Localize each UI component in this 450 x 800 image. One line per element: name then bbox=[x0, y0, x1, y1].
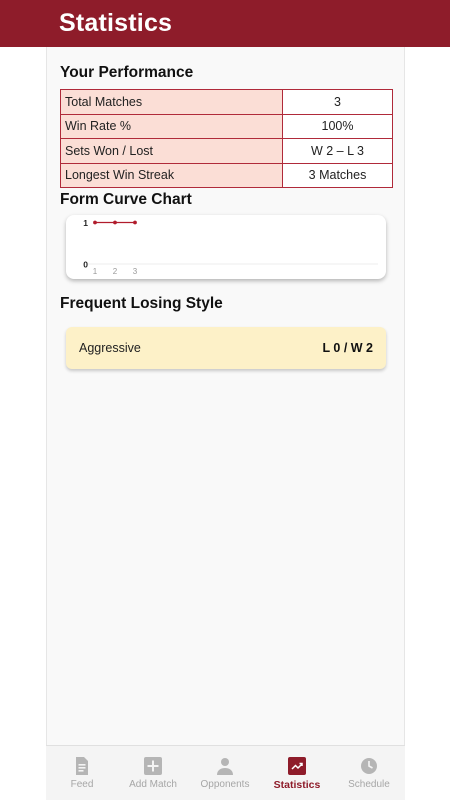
data-point bbox=[113, 220, 117, 225]
performance-table: Total Matches 3 Win Rate % 100% Sets Won… bbox=[60, 89, 393, 188]
x-tick-label: 2 bbox=[113, 267, 118, 276]
y-tick-label: 1 bbox=[83, 218, 88, 228]
form-curve-svg: 101 2 3 bbox=[83, 218, 378, 276]
losing-style-card[interactable]: Aggressive L 0 / W 2 bbox=[66, 327, 386, 369]
nav-add-match[interactable]: Add Match bbox=[117, 746, 189, 800]
row-value: W 2 – L 3 bbox=[282, 138, 393, 164]
app-bar: Statistics bbox=[0, 0, 450, 47]
table-row: Longest Win Streak 3 Matches bbox=[60, 162, 393, 188]
nav-feed[interactable]: Feed bbox=[46, 746, 118, 800]
data-point bbox=[133, 220, 137, 225]
x-tick-label: 1 bbox=[93, 267, 98, 276]
nav-schedule[interactable]: Schedule bbox=[333, 746, 405, 800]
row-label: Longest Win Streak bbox=[60, 162, 283, 188]
row-label: Sets Won / Lost bbox=[60, 138, 283, 164]
row-value: 3 Matches bbox=[282, 162, 393, 188]
nav-label: Schedule bbox=[348, 779, 390, 790]
row-label: Total Matches bbox=[60, 89, 283, 115]
style-name: Aggressive bbox=[79, 341, 141, 355]
nav-label: Statistics bbox=[273, 779, 321, 791]
page-title: Statistics bbox=[59, 9, 173, 37]
style-record: L 0 / W 2 bbox=[322, 341, 373, 355]
y-tick-label: 0 bbox=[83, 260, 88, 270]
data-point bbox=[93, 220, 97, 225]
bottom-nav: Feed Add Match Opponents Statistics Sche… bbox=[46, 745, 405, 800]
main-content[interactable]: Your Performance Total Matches 3 Win Rat… bbox=[46, 47, 405, 745]
clock-icon bbox=[361, 758, 377, 774]
x-tick-label: 3 bbox=[133, 267, 138, 276]
feed-icon bbox=[76, 757, 88, 775]
trending-up-icon bbox=[288, 757, 306, 775]
form-curve-chart: 10123 bbox=[66, 215, 386, 279]
nav-label: Feed bbox=[70, 779, 94, 790]
row-label: Win Rate % bbox=[60, 113, 283, 139]
table-row: Total Matches 3 bbox=[60, 89, 393, 115]
app-screen: Statistics Your Performance Total Matche… bbox=[0, 0, 450, 800]
add-icon bbox=[144, 757, 162, 775]
table-row: Sets Won / Lost W 2 – L 3 bbox=[60, 138, 393, 164]
person-icon bbox=[217, 758, 233, 775]
losing-style-title: Frequent Losing Style bbox=[60, 295, 223, 312]
nav-label: Add Match bbox=[129, 779, 177, 790]
row-value: 100% bbox=[282, 113, 393, 139]
performance-title: Your Performance bbox=[60, 64, 194, 81]
nav-label: Opponents bbox=[200, 779, 250, 790]
row-value: 3 bbox=[282, 89, 393, 115]
nav-statistics[interactable]: Statistics bbox=[261, 746, 333, 800]
form-curve-title: Form Curve Chart bbox=[60, 191, 192, 208]
table-row: Win Rate % 100% bbox=[60, 113, 393, 139]
nav-opponents[interactable]: Opponents bbox=[189, 746, 261, 800]
